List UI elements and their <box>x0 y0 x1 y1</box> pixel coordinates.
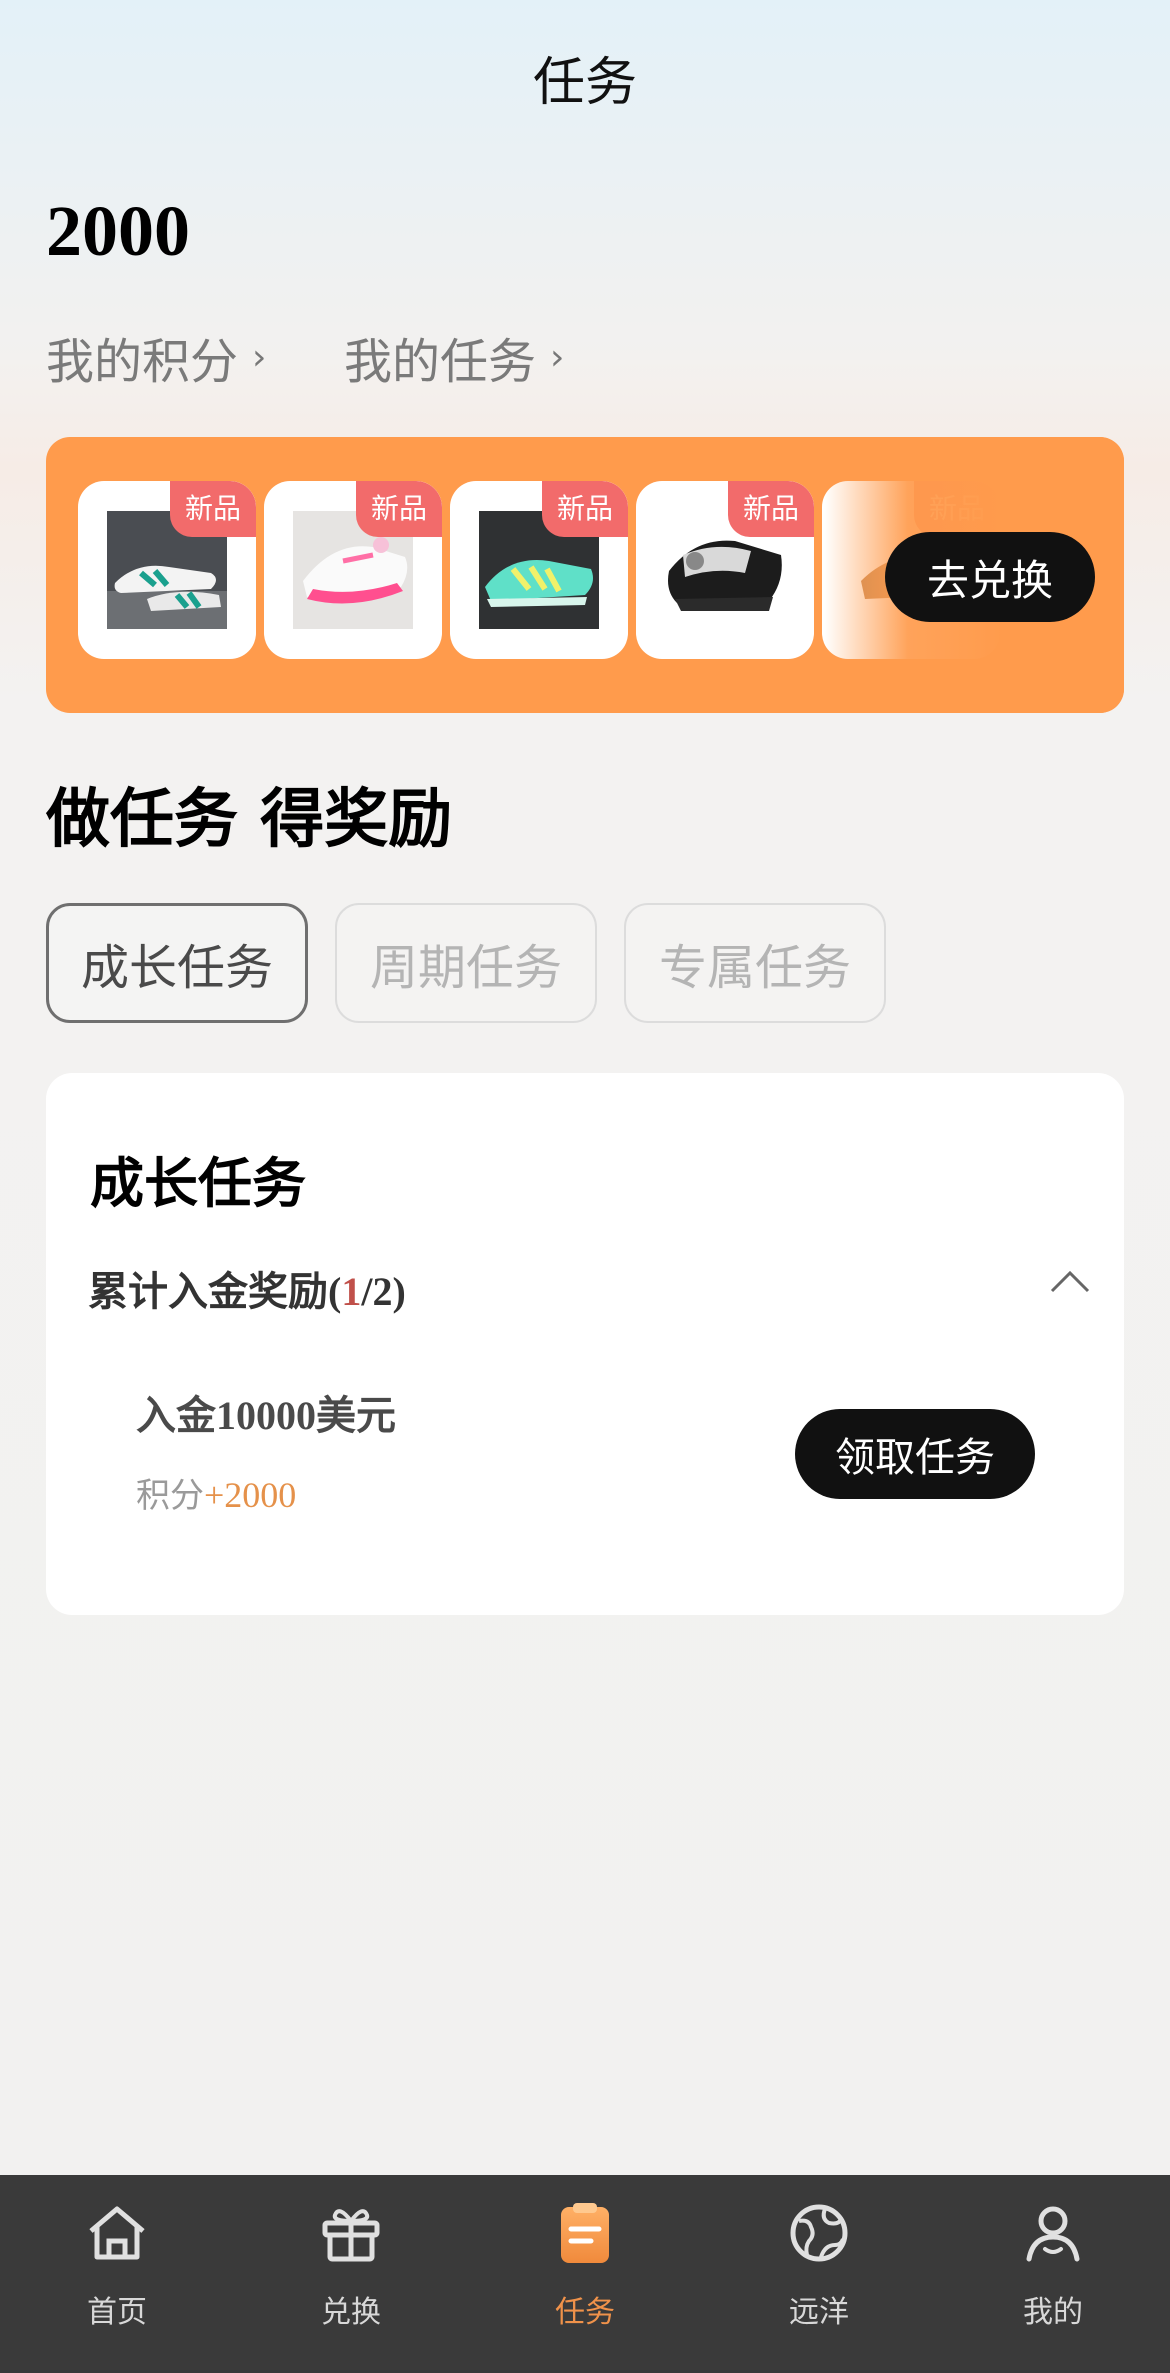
chevron-up-icon[interactable] <box>1048 1265 1092 1295</box>
tab-growth-tasks[interactable]: 成长任务 <box>46 903 308 1023</box>
bottom-tab-bar: 首页 兑换 任务 远洋 我的 <box>0 2175 1170 2373</box>
tabbar-label: 我的 <box>1023 2295 1083 2330</box>
tabbar-item-mine[interactable]: 我的 <box>936 2175 1170 2373</box>
gift-icon <box>322 2209 380 2262</box>
clipboard-icon <box>561 2203 609 2263</box>
task-reward: 积分+2000 <box>136 1475 297 1516</box>
tabbar-label: 首页 <box>87 2295 147 2330</box>
chevron-right-icon: › <box>550 336 565 378</box>
new-products-banner[interactable]: 新品 新品 新品 新品 去兑换 <box>46 437 1124 713</box>
task-group-header[interactable]: 累计入金奖励 (1/2) <box>88 1259 406 1317</box>
tabbar-label: 远洋 <box>789 2295 849 2330</box>
my-points-link[interactable]: 我的积分 › <box>46 322 266 392</box>
progress-done: 1 <box>341 1269 362 1314</box>
my-tasks-label: 我的任务 <box>344 334 537 390</box>
card-title: 成长任务 <box>90 1152 306 1215</box>
task-card: 成长任务 累计入金奖励 (1/2) 入金10000美元 积分+2000 领取任务 <box>46 1073 1124 1615</box>
claim-task-button[interactable]: 领取任务 <box>795 1409 1035 1499</box>
tabbar-item-home[interactable]: 首页 <box>0 2175 234 2373</box>
tabbar-item-tasks[interactable]: 任务 <box>468 2175 702 2373</box>
tab-exclusive-tasks[interactable]: 专属任务 <box>624 903 886 1023</box>
product-card[interactable]: 新品 <box>636 481 814 659</box>
my-points-label: 我的积分 <box>46 334 239 390</box>
product-card[interactable]: 新品 <box>450 481 628 659</box>
product-card[interactable]: 新品 <box>78 481 256 659</box>
page-title: 任务 <box>532 53 637 113</box>
task-group-label: 累计入金奖励 <box>88 1269 328 1315</box>
tabbar-label: 任务 <box>555 2295 615 2330</box>
exchange-button[interactable]: 去兑换 <box>885 532 1095 622</box>
home-icon <box>89 2206 145 2260</box>
task-name: 入金10000美元 <box>136 1393 396 1439</box>
new-badge: 新品 <box>542 481 628 537</box>
globe-icon <box>790 2204 848 2262</box>
progress-total: 2 <box>372 1269 393 1314</box>
new-badge: 新品 <box>170 481 256 537</box>
points-value: 2000 <box>46 191 190 271</box>
tabbar-item-exchange[interactable]: 兑换 <box>234 2175 468 2373</box>
chevron-right-icon: › <box>252 336 267 378</box>
tabbar-item-ocean[interactable]: 远洋 <box>702 2175 936 2373</box>
new-badge: 新品 <box>356 481 442 537</box>
new-badge: 新品 <box>728 481 814 537</box>
product-card[interactable]: 新品 <box>264 481 442 659</box>
my-tasks-link[interactable]: 我的任务 › <box>344 322 564 392</box>
section-title: 做任务 得奖励 <box>46 783 453 857</box>
tab-periodic-tasks[interactable]: 周期任务 <box>335 903 597 1023</box>
tabbar-label: 兑换 <box>321 2295 381 2330</box>
user-icon <box>1026 2206 1080 2262</box>
